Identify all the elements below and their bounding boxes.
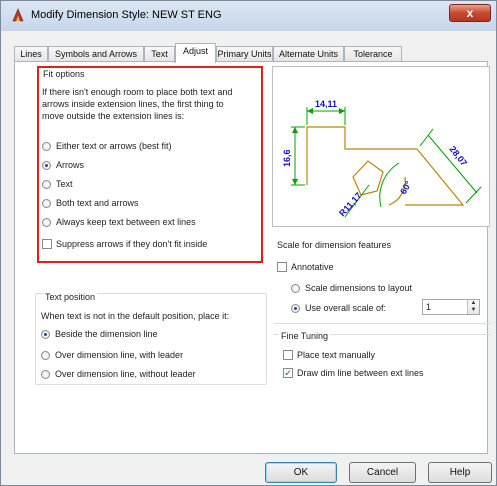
fit-radio-keep-between[interactable] xyxy=(42,218,51,227)
text-pos-radio-leader[interactable] xyxy=(41,351,50,360)
text-position-title: Text position xyxy=(43,292,98,302)
tab-text[interactable]: Text xyxy=(144,46,175,62)
annotative-checkbox[interactable] xyxy=(277,262,287,272)
tab-symbols-and-arrows[interactable]: Symbols and Arrows xyxy=(48,46,144,62)
fit-label-keep-between[interactable]: Always keep text between ext lines xyxy=(56,216,196,228)
dim-label-radius: R11,17 xyxy=(337,190,364,218)
title-bar[interactable]: Modify Dimension Style: NEW ST ENG x xyxy=(1,1,496,29)
close-icon[interactable]: x xyxy=(467,6,474,20)
fit-radio-arrows[interactable] xyxy=(42,161,51,170)
scale-to-layout-label[interactable]: Scale dimensions to layout xyxy=(305,282,412,294)
scale-group-title: Scale for dimension features xyxy=(277,240,392,250)
draw-dim-line-label[interactable]: Draw dim line between ext lines xyxy=(297,367,424,379)
fit-options-description-line3: move outside the extension lines is: xyxy=(42,111,185,121)
draw-dim-line-checkbox[interactable]: ✓ xyxy=(283,368,293,378)
fit-options-description-line1: If there isn't enough room to place both… xyxy=(42,87,233,97)
close-button[interactable]: x xyxy=(449,4,491,22)
text-pos-label-beside[interactable]: Beside the dimension line xyxy=(55,328,158,340)
tab-adjust[interactable]: Adjust xyxy=(175,43,216,63)
text-position-description: When text is not in the default position… xyxy=(41,311,230,321)
cancel-button[interactable]: Cancel xyxy=(349,462,416,483)
help-button[interactable]: Help xyxy=(428,462,492,483)
fit-label-best-fit[interactable]: Either text or arrows (best fit) xyxy=(56,140,172,152)
fit-label-arrows[interactable]: Arrows xyxy=(56,159,84,171)
fit-radio-both[interactable] xyxy=(42,199,51,208)
dimension-preview-drawing: 14,11 16,6 28,07 R11,17 60° xyxy=(282,99,482,218)
dim-label-diagonal: 28,07 xyxy=(447,144,469,168)
text-pos-radio-no-leader[interactable] xyxy=(41,370,50,379)
fit-radio-best-fit[interactable] xyxy=(42,142,51,151)
fit-label-both[interactable]: Both text and arrows xyxy=(56,197,139,209)
text-pos-label-no-leader[interactable]: Over dimension line, without leader xyxy=(55,368,196,380)
dim-label-angle: 60° xyxy=(398,179,414,196)
app-icon xyxy=(12,8,24,22)
ok-button[interactable]: OK xyxy=(265,462,337,483)
scale-to-layout-radio[interactable] xyxy=(291,284,300,293)
spinner-icon[interactable]: ▲ ▼ xyxy=(467,300,479,314)
dim-label-top: 14,11 xyxy=(315,99,337,109)
tab-tolerance[interactable]: Tolerance xyxy=(344,46,402,62)
suppress-arrows-checkbox[interactable] xyxy=(42,239,52,249)
tab-alternate-units[interactable]: Alternate Units xyxy=(273,46,344,62)
text-pos-label-leader[interactable]: Over dimension line, with leader xyxy=(55,349,183,361)
overall-scale-radio[interactable] xyxy=(291,304,300,313)
window-title: Modify Dimension Style: NEW ST ENG xyxy=(31,9,222,21)
fit-radio-text[interactable] xyxy=(42,180,51,189)
fit-label-text[interactable]: Text xyxy=(56,178,73,190)
overall-scale-label[interactable]: Use overall scale of: xyxy=(305,302,386,314)
preview-pane: 14,11 16,6 28,07 R11,17 60° xyxy=(272,66,490,227)
text-pos-radio-beside[interactable] xyxy=(41,330,50,339)
place-text-manually-label[interactable]: Place text manually xyxy=(297,349,375,361)
tab-primary-units[interactable]: Primary Units xyxy=(216,46,273,62)
suppress-arrows-label[interactable]: Suppress arrows if they don't fit inside xyxy=(56,238,207,250)
tab-lines[interactable]: Lines xyxy=(14,46,48,62)
annotative-label[interactable]: Annotative xyxy=(291,261,334,273)
place-text-manually-checkbox[interactable] xyxy=(283,350,293,360)
fit-options-description-line2: arrows inside extension lines, the first… xyxy=(42,99,224,109)
dim-label-left: 16,6 xyxy=(282,149,292,167)
fit-options-title: Fit options xyxy=(43,69,85,79)
fine-tuning-title: Fine Tuning xyxy=(279,331,331,341)
checkmark-icon: ✓ xyxy=(284,368,292,378)
overall-scale-value: 1 xyxy=(426,302,432,312)
dialog-window: Modify Dimension Style: NEW ST ENG x Lin… xyxy=(0,0,497,486)
